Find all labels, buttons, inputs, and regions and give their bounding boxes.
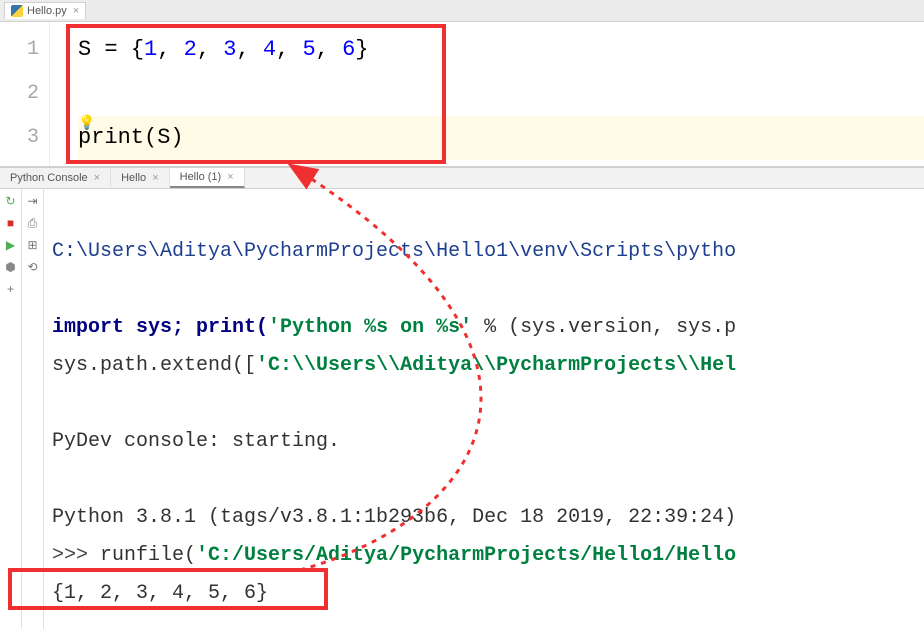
debug-icon[interactable]: ⬢ bbox=[3, 259, 19, 275]
code-body[interactable]: S = {1, 2, 3, 4, 5, 6} print(S) 💡 bbox=[50, 22, 924, 166]
code-editor[interactable]: 1 2 3 S = {1, 2, 3, 4, 5, 6} print(S) 💡 bbox=[0, 22, 924, 166]
python-file-icon bbox=[11, 5, 23, 17]
console-line: PyDev console: starting. bbox=[52, 430, 340, 453]
close-icon[interactable]: × bbox=[225, 172, 233, 183]
close-icon[interactable]: × bbox=[71, 6, 79, 17]
history-icon[interactable]: ⟲ bbox=[25, 259, 41, 275]
stop-icon[interactable]: ■ bbox=[3, 215, 19, 231]
print-icon[interactable]: ⎙ bbox=[25, 215, 41, 231]
line-gutter: 1 2 3 bbox=[0, 22, 50, 166]
add-icon[interactable]: + bbox=[3, 281, 19, 297]
console-output[interactable]: C:\Users\Aditya\PycharmProjects\Hello1\v… bbox=[44, 189, 924, 629]
code-line-1[interactable]: S = {1, 2, 3, 4, 5, 6} bbox=[78, 28, 924, 72]
console-tab-bar: Python Console × Hello × Hello (1) × bbox=[0, 167, 924, 189]
console-result: {1, 2, 3, 4, 5, 6} bbox=[52, 582, 268, 605]
line-number: 1 bbox=[10, 28, 39, 72]
line-number: 2 bbox=[10, 72, 39, 116]
tab-hello-1[interactable]: Hello (1) × bbox=[170, 168, 245, 188]
console-line: C:\Users\Aditya\PycharmProjects\Hello1\v… bbox=[52, 240, 736, 263]
run-icon[interactable]: ▶ bbox=[3, 237, 19, 253]
console-line: Python 3.8.1 (tags/v3.8.1:1b293b6, Dec 1… bbox=[52, 506, 736, 529]
tab-python-console[interactable]: Python Console × bbox=[0, 169, 111, 187]
code-line-2[interactable] bbox=[78, 72, 924, 116]
tab-label: Hello bbox=[121, 172, 146, 184]
tab-hello[interactable]: Hello × bbox=[111, 169, 170, 187]
editor-pane: Hello.py × 1 2 3 S = {1, 2, 3, 4, 5, 6} … bbox=[0, 0, 924, 167]
attach-icon[interactable]: ⇥ bbox=[25, 193, 41, 209]
file-tab-hello-py[interactable]: Hello.py × bbox=[4, 2, 86, 19]
line-number: 3 bbox=[10, 116, 39, 160]
console-line: sys.path.extend(['C:\\Users\\Aditya\\Pyc… bbox=[52, 354, 736, 377]
tab-label: Hello (1) bbox=[180, 171, 222, 183]
rerun-icon[interactable]: ↻ bbox=[3, 193, 19, 209]
console-line: import sys; print('Python %s on %s' % (s… bbox=[52, 316, 736, 339]
file-tab-label: Hello.py bbox=[27, 5, 67, 17]
tab-label: Python Console bbox=[10, 172, 88, 184]
lightbulb-icon[interactable]: 💡 bbox=[78, 102, 95, 146]
close-icon[interactable]: × bbox=[150, 173, 158, 184]
close-icon[interactable]: × bbox=[92, 173, 100, 184]
file-tab-bar: Hello.py × bbox=[0, 0, 924, 22]
console-pane: ↻ ■ ▶ ⬢ + ⇥ ⎙ ⊞ ⟲ C:\Users\Aditya\Pychar… bbox=[0, 189, 924, 629]
tool-strip-left: ↻ ■ ▶ ⬢ + bbox=[0, 189, 22, 629]
code-line-3[interactable]: print(S) bbox=[78, 116, 924, 160]
variables-icon[interactable]: ⊞ bbox=[25, 237, 41, 253]
tool-strip-right: ⇥ ⎙ ⊞ ⟲ bbox=[22, 189, 44, 629]
console-line: >>> runfile('C:/Users/Aditya/PycharmProj… bbox=[52, 544, 736, 567]
